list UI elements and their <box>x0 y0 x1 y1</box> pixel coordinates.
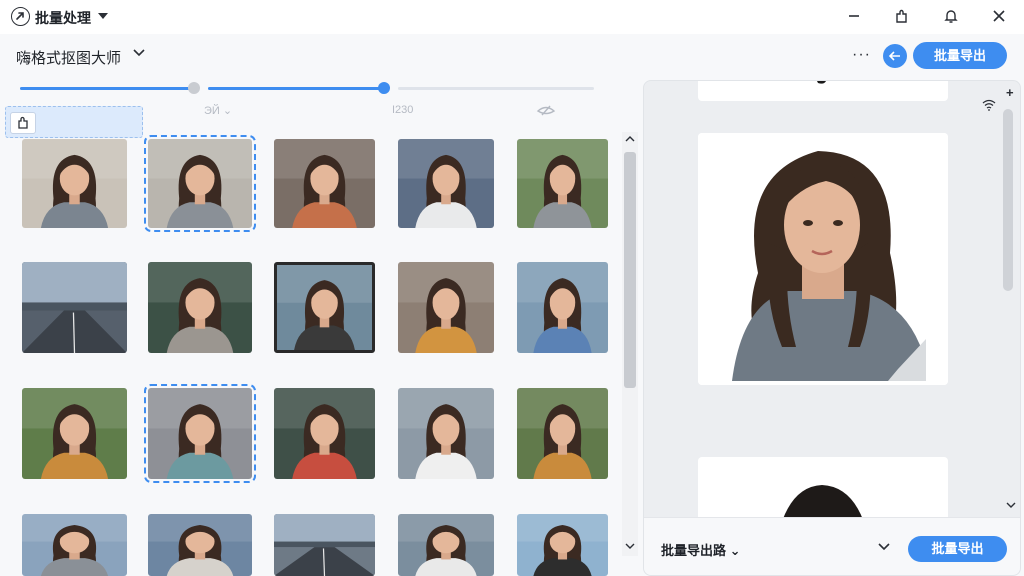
panel-add-button[interactable]: + <box>1006 85 1014 100</box>
wifi-icon <box>982 99 996 111</box>
preview-panel: + 批量导出路 ⌄ 批量导出 <box>643 80 1021 576</box>
title-dropdown-icon[interactable] <box>98 13 108 19</box>
photo-thumbnail[interactable] <box>144 384 256 483</box>
grid-scrollbar[interactable] <box>622 132 638 556</box>
photo-image <box>274 514 375 576</box>
eye-off-icon[interactable] <box>536 104 556 116</box>
photo-image <box>517 388 608 479</box>
minimize-icon <box>849 15 859 17</box>
photo-image <box>398 388 494 479</box>
bell-icon <box>944 10 958 23</box>
preview-image-top <box>817 81 826 84</box>
photo-thumbnail[interactable] <box>398 514 494 576</box>
photo-thumbnail[interactable] <box>274 139 375 228</box>
arrow-left-icon <box>888 51 900 61</box>
photo-image <box>398 514 494 576</box>
photo-image <box>517 514 608 576</box>
photo-grid <box>0 130 620 576</box>
more-options-button[interactable]: ··· <box>852 46 871 64</box>
export-path-selector[interactable]: 批量导出路 ⌄ <box>661 540 741 559</box>
photo-image <box>148 139 252 228</box>
photo-image <box>274 139 375 228</box>
photo-image <box>277 265 372 350</box>
preview-portrait <box>698 133 948 385</box>
minimize-button[interactable] <box>842 5 866 27</box>
scroll-down-icon[interactable] <box>625 542 635 550</box>
title-bar: 批量处理 <box>0 0 1024 34</box>
photo-image <box>398 262 494 353</box>
slider-track-1[interactable] <box>20 82 201 94</box>
photo-image <box>274 388 375 479</box>
photo-thumbnail[interactable] <box>22 262 127 353</box>
photo-thumbnail[interactable] <box>517 139 608 228</box>
slider-knob-1[interactable] <box>188 82 201 94</box>
photo-image <box>148 514 252 576</box>
app-logo-icon <box>11 7 30 26</box>
scroll-thumb[interactable] <box>624 152 636 388</box>
toolbar-header: 嗨格式抠图大师 ··· 批量导出 <box>0 34 1024 78</box>
puzzle-icon <box>18 116 28 129</box>
photo-thumbnail[interactable] <box>22 514 127 576</box>
photo-thumbnail[interactable] <box>398 139 494 228</box>
panel-scroll-thumb[interactable] <box>1003 109 1013 291</box>
photo-thumbnail[interactable] <box>22 139 127 228</box>
slider-knob-2[interactable] <box>378 82 390 94</box>
chevron-down-icon[interactable] <box>877 542 891 552</box>
batch-export-button[interactable]: 批量导出 <box>913 42 1007 69</box>
photo-thumbnail[interactable] <box>22 388 127 479</box>
photo-thumbnail[interactable] <box>398 388 494 479</box>
photo-image <box>22 139 127 228</box>
photo-image <box>148 262 252 353</box>
photo-thumbnail[interactable] <box>517 388 608 479</box>
preview-card-main[interactable] <box>698 133 948 385</box>
photo-thumbnail[interactable] <box>148 514 252 576</box>
close-icon <box>993 10 1005 22</box>
photo-thumbnail[interactable] <box>148 262 252 353</box>
scroll-down-icon[interactable] <box>1006 501 1016 509</box>
photo-thumbnail[interactable] <box>274 262 375 353</box>
close-button[interactable] <box>987 5 1011 27</box>
plugin-button[interactable] <box>890 5 914 27</box>
slider-label-1: ЭЙ ⌄ <box>204 105 233 117</box>
photo-thumbnail[interactable] <box>144 135 256 232</box>
photo-image <box>148 388 252 479</box>
slider-fill-1 <box>20 87 195 90</box>
panel-footer: 批量导出路 ⌄ 批量导出 <box>644 517 1020 575</box>
photo-thumbnail[interactable] <box>274 514 375 576</box>
photo-thumbnail[interactable] <box>517 514 608 576</box>
project-name[interactable]: 嗨格式抠图大师 <box>16 47 121 68</box>
photo-image <box>22 388 127 479</box>
notification-button[interactable] <box>939 5 963 27</box>
photo-thumbnail[interactable] <box>274 388 375 479</box>
photo-image <box>517 262 608 353</box>
slider-track-3[interactable] <box>398 87 594 90</box>
photo-image <box>517 139 608 228</box>
chevron-down-icon[interactable] <box>132 48 146 58</box>
slider-fill-2 <box>208 87 384 90</box>
photo-image <box>398 139 494 228</box>
slider-track-2[interactable] <box>208 82 390 94</box>
slider-label-2: I230 <box>392 104 414 116</box>
add-button[interactable] <box>883 44 907 68</box>
photo-thumbnail[interactable] <box>398 262 494 353</box>
preview-card-top[interactable] <box>698 81 948 101</box>
puzzle-icon <box>896 9 907 23</box>
scroll-up-icon[interactable] <box>625 135 635 143</box>
window-title[interactable]: 批量处理 <box>35 8 91 28</box>
batch-export-bottom-button[interactable]: 批量导出 <box>908 536 1007 562</box>
photo-image <box>22 514 127 576</box>
photo-thumbnail[interactable] <box>517 262 608 353</box>
photo-image <box>22 262 127 353</box>
